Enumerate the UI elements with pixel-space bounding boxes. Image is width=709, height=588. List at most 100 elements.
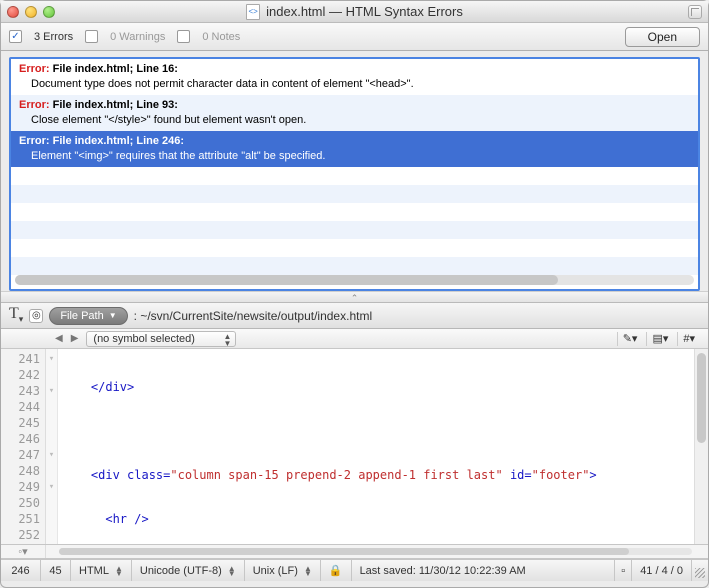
line-num: 244 xyxy=(1,399,45,415)
status-lang[interactable]: HTML▲▼ xyxy=(71,560,132,581)
line-num: 247 xyxy=(1,447,45,463)
fold-gutter: ▾ ▾ ▾ ▾ xyxy=(46,349,58,544)
error-pane-wrap: Error: File index.html; Line 16: Documen… xyxy=(1,51,708,291)
resize-grip-icon[interactable] xyxy=(692,560,708,581)
pencil-icon[interactable]: ✎▾ xyxy=(617,332,643,346)
status-col[interactable]: 45 xyxy=(41,560,71,581)
stepper-icon: ▲▼ xyxy=(223,333,231,347)
nav-bar: ◀ ▶ (no symbol selected) ▲▼ ✎▾ ▤▾ #▾ xyxy=(1,329,708,349)
symbol-selector[interactable]: (no symbol selected) ▲▼ xyxy=(86,331,236,347)
fold-icon[interactable]: ▾ xyxy=(46,447,57,463)
errors-count: 3 Errors xyxy=(34,31,73,43)
error-loc: File index.html; Line 16: xyxy=(50,63,178,75)
error-loc: File index.html; Line 93: xyxy=(50,99,178,111)
close-icon[interactable] xyxy=(7,6,19,18)
line-num: 249 xyxy=(1,479,45,495)
error-desc: Document type does not permit character … xyxy=(19,77,690,92)
minimize-icon[interactable] xyxy=(25,6,37,18)
status-enc-label: Unicode (UTF-8) xyxy=(140,565,222,577)
errors-checkbox[interactable] xyxy=(9,30,22,43)
error-row-empty xyxy=(11,185,698,203)
error-row-empty xyxy=(11,257,698,275)
status-lineendings[interactable]: Unix (LF)▲▼ xyxy=(245,560,321,581)
window-controls xyxy=(7,6,55,18)
splitter[interactable]: ⌃ xyxy=(1,291,708,303)
notes-count: 0 Notes xyxy=(202,31,240,43)
error-row[interactable]: Error: File index.html; Line 16: Documen… xyxy=(11,59,698,95)
error-row[interactable]: Error: File index.html; Line 93: Close e… xyxy=(11,95,698,131)
status-encoding[interactable]: Unicode (UTF-8)▲▼ xyxy=(132,560,245,581)
window-title-text: index.html — HTML Syntax Errors xyxy=(266,4,463,19)
gutter-menu-icon[interactable]: ◦▾ xyxy=(1,545,46,558)
error-kind: Error: xyxy=(19,63,50,75)
editor-hscroll[interactable]: ◦▾ xyxy=(1,545,708,559)
doc-icon[interactable]: ▫ xyxy=(615,560,632,581)
status-saved: Last saved: 11/30/12 10:22:39 AM xyxy=(352,560,616,581)
open-button[interactable]: Open xyxy=(625,27,700,47)
nav-prev-icon[interactable]: ◀ xyxy=(55,333,63,344)
code-frag: "column span-15 prepend-2 append-1 first… xyxy=(170,468,502,482)
error-row-empty xyxy=(11,239,698,257)
line-num: 248 xyxy=(1,463,45,479)
scroll-thumb[interactable] xyxy=(59,548,629,555)
maximize-icon[interactable] xyxy=(688,5,702,19)
zoom-icon[interactable] xyxy=(43,6,55,18)
line-num: 252 xyxy=(1,527,45,543)
error-row-selected[interactable]: Error: File index.html; Line 246: Elemen… xyxy=(11,131,698,167)
line-num: 250 xyxy=(1,495,45,511)
summary-bar: 3 Errors 0 Warnings 0 Notes Open xyxy=(1,23,708,51)
window-title: <> index.html — HTML Syntax Errors xyxy=(1,4,708,20)
line-num: 245 xyxy=(1,415,45,431)
nav-next-icon[interactable]: ▶ xyxy=(71,333,79,344)
error-list[interactable]: Error: File index.html; Line 16: Documen… xyxy=(11,59,698,275)
error-row-empty xyxy=(11,203,698,221)
nav-tools: ✎▾ ▤▾ #▾ xyxy=(617,332,700,346)
filepath-label: File Path xyxy=(60,310,103,322)
error-loc: File index.html; Line 246: xyxy=(50,135,184,147)
error-desc: Close element "</style>" found but eleme… xyxy=(19,113,690,128)
layers-icon[interactable]: ▤▾ xyxy=(646,332,673,346)
line-num: 243 xyxy=(1,383,45,399)
text-options-icon[interactable]: T▾ xyxy=(9,305,23,325)
code-frag: "footer" xyxy=(532,468,590,482)
fold-icon[interactable]: ▾ xyxy=(46,351,57,367)
line-num: 251 xyxy=(1,511,45,527)
status-counts[interactable]: 41 / 4 / 0 xyxy=(632,560,692,581)
code-frag: id= xyxy=(503,468,532,482)
scroll-thumb[interactable] xyxy=(697,353,706,443)
error-row-empty xyxy=(11,167,698,185)
line-num: 246 xyxy=(1,431,45,447)
notes-checkbox[interactable] xyxy=(177,30,190,43)
code-area[interactable]: </div> <div class="column span-15 prepen… xyxy=(58,349,708,544)
error-pane: Error: File index.html; Line 16: Documen… xyxy=(9,57,700,291)
document-icon: <> xyxy=(246,4,260,20)
symbol-label: (no symbol selected) xyxy=(93,333,195,345)
fold-icon[interactable]: ▾ xyxy=(46,479,57,495)
error-row-empty xyxy=(11,221,698,239)
editor: 241 242 243 244 245 246 247 248 249 250 … xyxy=(1,349,708,545)
editor-vscroll[interactable] xyxy=(694,349,708,544)
error-desc: Element "<img>" requires that the attrib… xyxy=(19,149,690,164)
status-endings-label: Unix (LF) xyxy=(253,565,298,577)
line-num: 242 xyxy=(1,367,45,383)
filepath-value: : ~/svn/CurrentSite/newsite/output/index… xyxy=(134,309,372,323)
status-bar: 246 45 HTML▲▼ Unicode (UTF-8)▲▼ Unix (LF… xyxy=(1,559,708,581)
doc-status-icon[interactable]: ◎ xyxy=(29,309,43,323)
filepath-button[interactable]: File Path ▼ xyxy=(49,307,127,325)
code-line: </div> xyxy=(62,380,134,394)
code-line: <hr /> xyxy=(62,512,149,526)
code-frag: > xyxy=(589,468,596,482)
error-hscroll[interactable] xyxy=(15,275,694,285)
scroll-thumb[interactable] xyxy=(15,275,558,285)
chevron-down-icon: ▼ xyxy=(109,311,117,320)
line-num: 241 xyxy=(1,351,45,367)
counter-icon[interactable]: #▾ xyxy=(677,332,700,346)
path-bar: T▾ ◎ File Path ▼ : ~/svn/CurrentSite/new… xyxy=(1,303,708,329)
lock-icon[interactable]: 🔒 xyxy=(321,560,352,581)
titlebar: <> index.html — HTML Syntax Errors xyxy=(1,1,708,23)
warnings-checkbox[interactable] xyxy=(85,30,98,43)
fold-icon[interactable]: ▾ xyxy=(46,383,57,399)
status-line[interactable]: 246 xyxy=(1,560,41,581)
line-gutter: 241 242 243 244 245 246 247 248 249 250 … xyxy=(1,349,46,544)
error-kind: Error: xyxy=(19,99,50,111)
